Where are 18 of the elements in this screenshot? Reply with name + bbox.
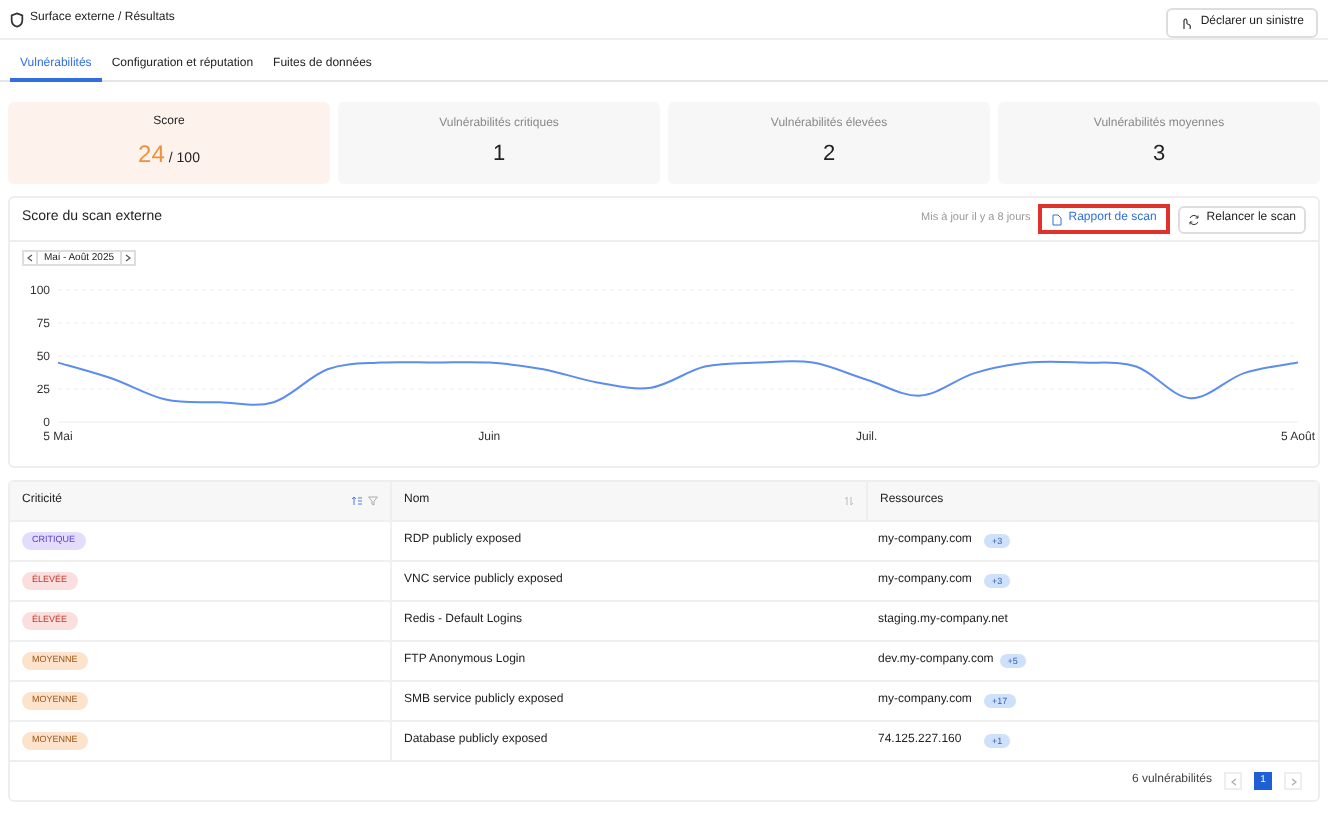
- document-icon: [1052, 213, 1063, 225]
- chevron-right-icon: [1289, 777, 1297, 786]
- filter-icon[interactable]: [368, 496, 378, 507]
- chevron-right-icon: [124, 254, 133, 262]
- next-button[interactable]: [120, 250, 137, 266]
- next-page-button[interactable]: [1284, 772, 1302, 791]
- chevron-left-icon: [26, 254, 34, 262]
- stat-value: 2: [822, 139, 836, 170]
- chevron-left-icon: [1229, 777, 1237, 786]
- previous-button[interactable]: [22, 250, 38, 266]
- stat-value: 1: [492, 139, 506, 170]
- refresh-icon: [1188, 213, 1201, 225]
- previous-page-button[interactable]: [1224, 772, 1242, 791]
- shield-icon: [10, 11, 24, 27]
- stat-value: 3: [1152, 139, 1166, 170]
- score-value: 24: [138, 138, 165, 172]
- sort-icon[interactable]: [352, 496, 362, 507]
- sort-icon[interactable]: [844, 496, 854, 507]
